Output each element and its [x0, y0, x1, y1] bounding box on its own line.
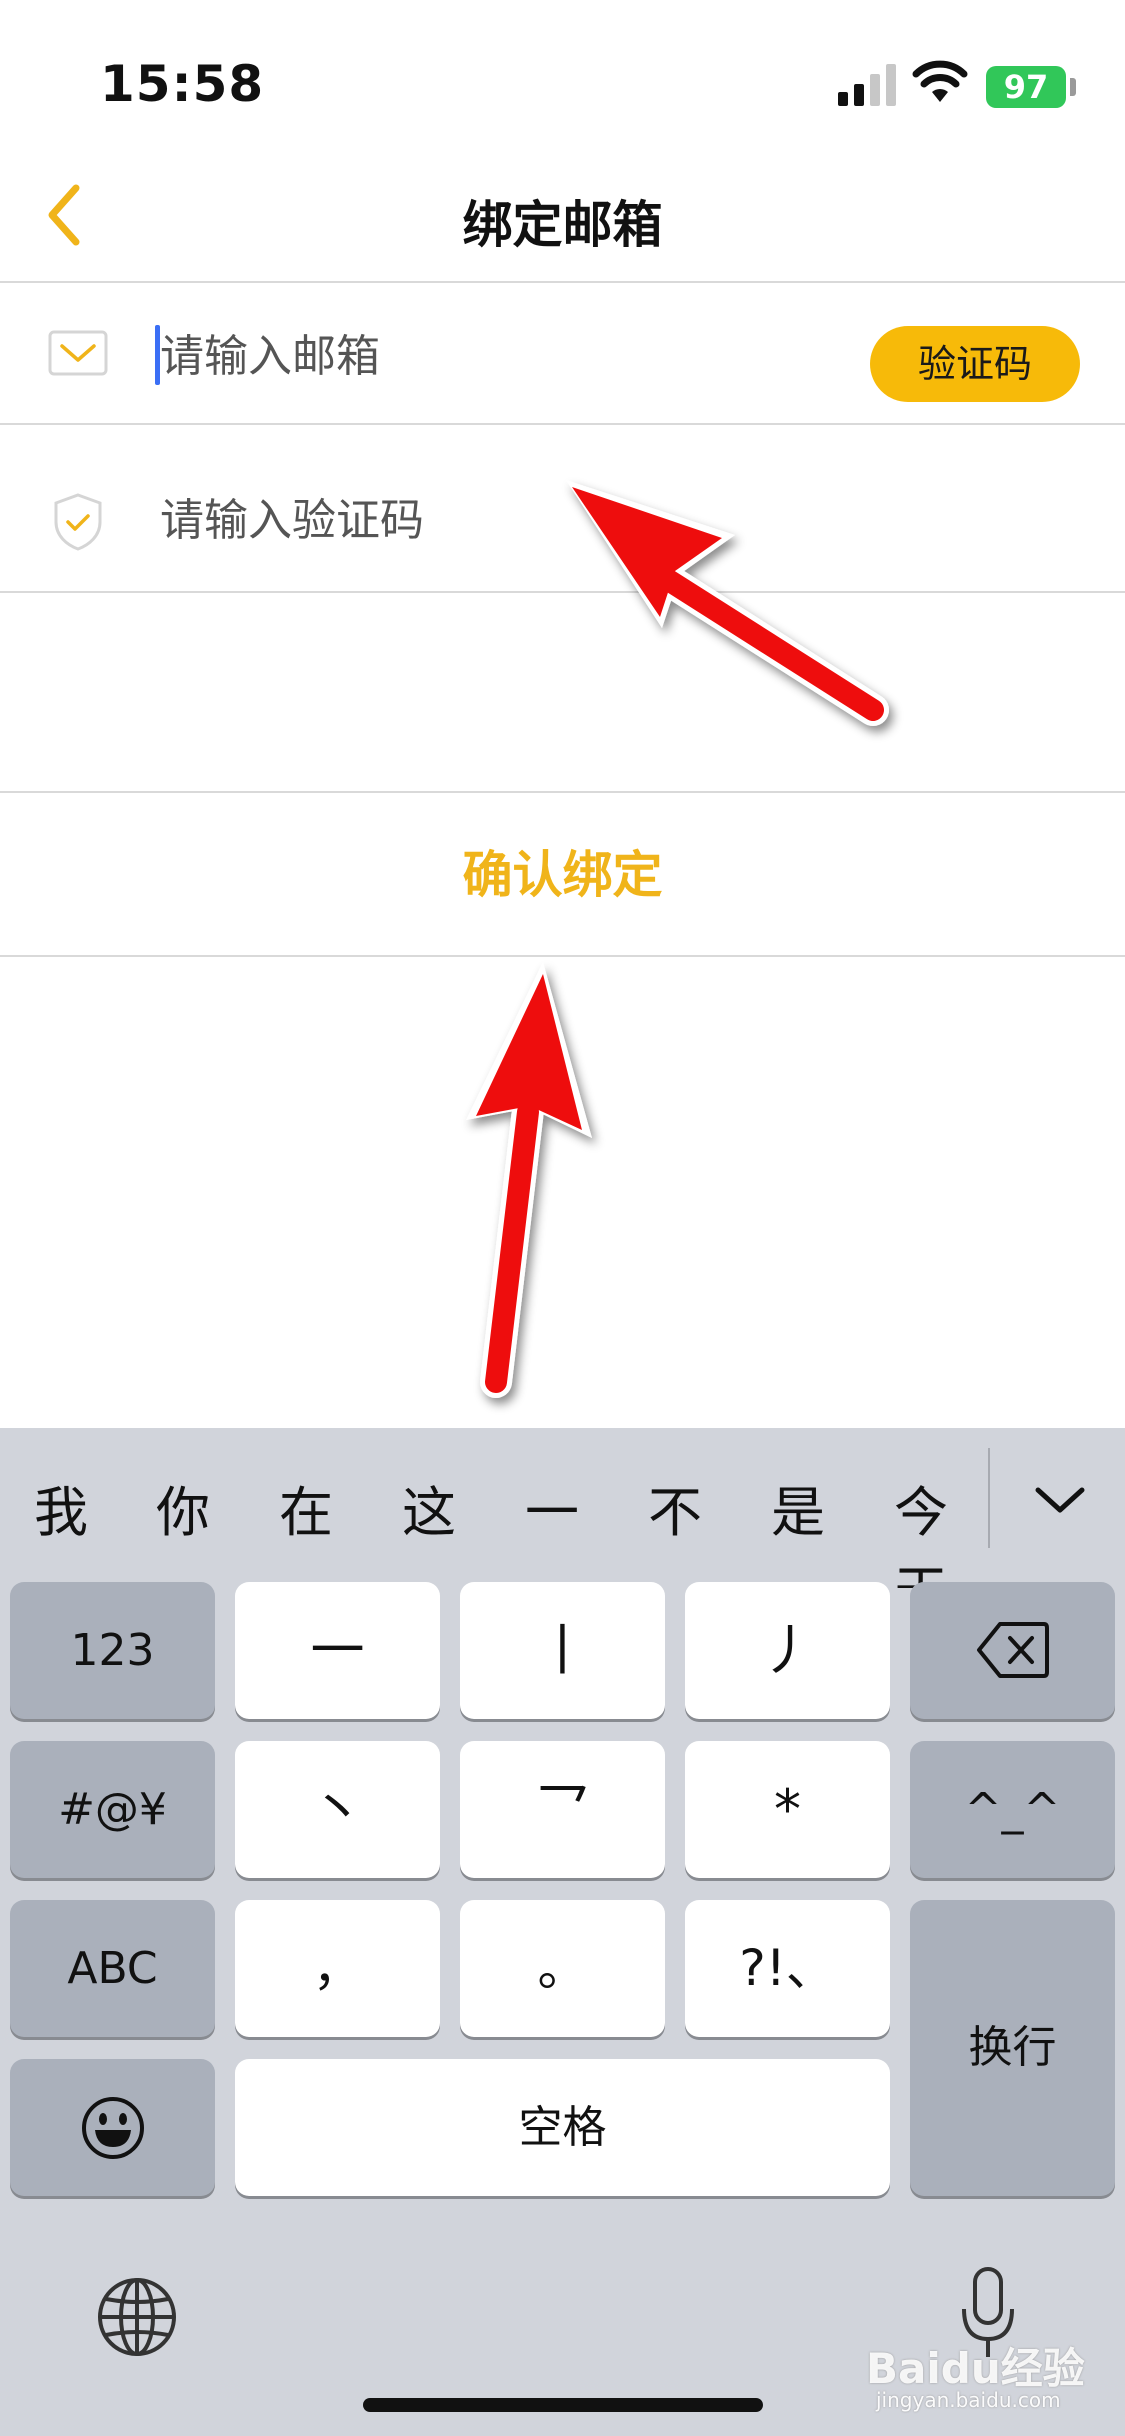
verification-code-input[interactable] [160, 482, 960, 558]
key-emoticon[interactable]: ^_^ [910, 1741, 1115, 1878]
key-stroke-dian[interactable]: 丶 [235, 1741, 440, 1878]
key-label: 丶 [310, 1778, 365, 1841]
key-label: ， [312, 1939, 363, 1997]
confirm-bottom-divider [0, 955, 1125, 957]
space-key[interactable]: 空格 [235, 2059, 890, 2196]
candidate-word[interactable]: 今天 [894, 1468, 990, 1588]
key-label: 空格 [518, 2102, 607, 2153]
emoji-key[interactable] [10, 2059, 215, 2196]
chevron-down-icon[interactable] [1030, 1470, 1090, 1530]
emoji-icon [82, 2097, 144, 2159]
globe-icon[interactable] [95, 2275, 179, 2359]
confirm-top-divider [0, 791, 1125, 793]
candidate-separator [988, 1448, 990, 1548]
arrow-to-confirm-button [466, 962, 592, 1398]
candidate-word[interactable]: 我 [34, 1468, 88, 1547]
backspace-key[interactable] [910, 1582, 1115, 1719]
return-key[interactable]: 换行 [910, 1900, 1115, 2196]
key-stroke-zhe[interactable]: 乛 [460, 1741, 665, 1878]
shield-check-icon [54, 493, 102, 551]
key-stroke-pie[interactable]: 丿 [685, 1582, 890, 1719]
nav-divider [0, 281, 1125, 283]
candidate-word[interactable]: 在 [279, 1468, 333, 1547]
send-code-button[interactable]: 验证码 [870, 326, 1080, 402]
key-period[interactable]: 。 [460, 1900, 665, 2037]
watermark-logo: Baidu经验 [866, 2344, 1085, 2393]
confirm-bind-button[interactable]: 确认绑定 [0, 795, 1125, 955]
key-label: 丿 [760, 1619, 815, 1682]
code-row-divider [0, 591, 1125, 593]
key-comma[interactable]: ， [235, 1900, 440, 2037]
envelope-icon [48, 330, 108, 376]
candidate-word[interactable]: 这 [402, 1468, 456, 1547]
page-title: 绑定邮箱 [462, 196, 663, 254]
key-label: 123 [70, 1625, 155, 1676]
key-punctuation[interactable]: ?!、 [685, 1900, 890, 2037]
key-star[interactable]: * [685, 1741, 890, 1878]
cellular-signal-icon [838, 64, 896, 106]
key-123[interactable]: 123 [10, 1582, 215, 1719]
key-stroke-shu[interactable]: 丨 [460, 1582, 665, 1719]
battery-cap [1070, 78, 1076, 96]
key-label: 乛 [535, 1778, 590, 1841]
key-label: ^_^ [964, 1784, 1061, 1835]
key-label: ?!、 [739, 1939, 836, 1997]
key-label: #@¥ [58, 1784, 167, 1835]
key-label: 丨 [535, 1619, 590, 1682]
status-time: 15:58 [100, 55, 265, 113]
wifi-icon [912, 60, 968, 102]
watermark-url: jingyan.baidu.com [876, 2388, 1061, 2412]
candidate-word[interactable]: 一 [525, 1468, 579, 1547]
email-row-divider [0, 423, 1125, 425]
key-abc[interactable]: ABC [10, 1900, 215, 2037]
candidate-word[interactable]: 你 [156, 1468, 210, 1547]
email-input[interactable] [160, 318, 840, 394]
key-label: 换行 [968, 2022, 1057, 2073]
battery-icon: 97 [986, 66, 1066, 108]
key-symbols[interactable]: #@¥ [10, 1741, 215, 1878]
key-label: 。 [537, 1939, 588, 1997]
key-label: * [774, 1778, 801, 1841]
candidate-bar: 我 你 在 这 一 不 是 今天 [0, 1428, 990, 1588]
key-label: ABC [67, 1943, 158, 1994]
candidate-word[interactable]: 不 [648, 1468, 702, 1547]
key-label: 一 [310, 1619, 365, 1682]
candidate-word[interactable]: 是 [771, 1468, 825, 1547]
delete-icon [977, 1622, 1049, 1678]
home-indicator[interactable] [363, 2398, 763, 2412]
key-stroke-heng[interactable]: 一 [235, 1582, 440, 1719]
